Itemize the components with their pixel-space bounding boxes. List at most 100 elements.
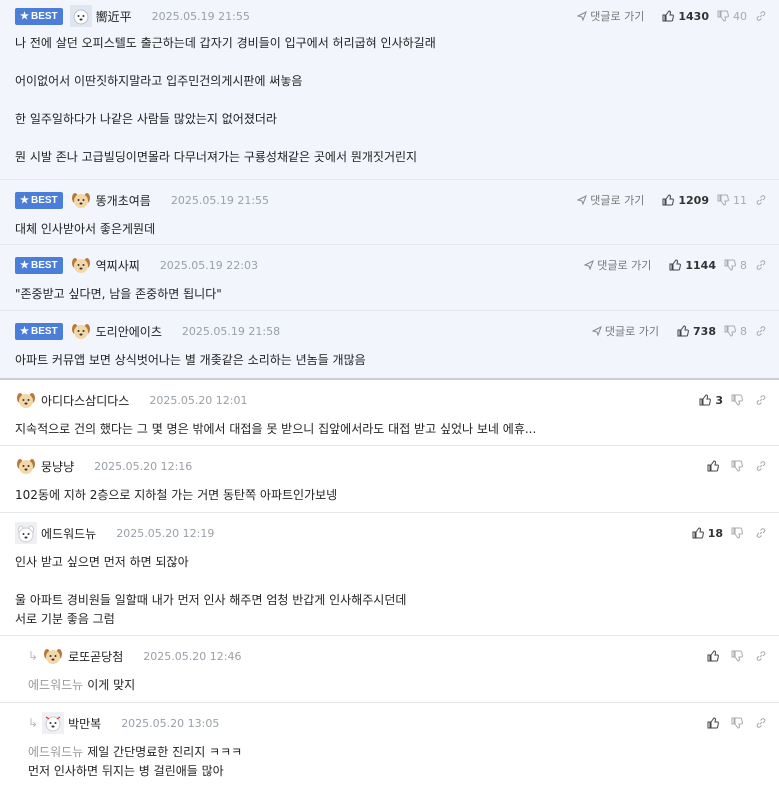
comment-body: "존중받고 싶다면, 남을 존중하면 됩니다" — [15, 287, 222, 301]
avatar[interactable] — [70, 189, 92, 211]
share-link-button[interactable] — [755, 10, 767, 22]
upvote-button[interactable] — [707, 717, 723, 729]
send-icon — [577, 195, 588, 205]
thumbs-down-icon — [717, 194, 729, 206]
thumbs-down-icon — [731, 650, 743, 662]
timestamp: 2025.05.19 22:03 — [159, 258, 258, 272]
comment-body: 아파트 커뮤앱 보면 상식벗어나는 별 개좆같은 소리하는 년놈들 개많음 — [15, 353, 366, 367]
thumbs-up-icon — [662, 10, 675, 22]
mention[interactable]: 에드워드뉴 — [28, 678, 83, 692]
link-icon — [756, 11, 766, 21]
avatar[interactable] — [70, 320, 92, 342]
avatar[interactable] — [42, 645, 64, 667]
avatar[interactable] — [15, 455, 37, 477]
mention[interactable]: 에드워드뉴 — [28, 745, 83, 759]
nickname[interactable]: 박만복 — [68, 715, 101, 732]
link-icon — [756, 528, 766, 538]
reply-comment: ↳ 로또곧당첨 2025.05.20 12:46 에드워드뉴 이게 맞지 — [0, 636, 779, 703]
timestamp: 2025.05.20 12:19 — [116, 526, 215, 540]
downvote-button[interactable] — [731, 650, 747, 662]
go-to-reply-link[interactable]: 댓글로 가기 — [577, 8, 644, 24]
share-link-button[interactable] — [755, 259, 767, 271]
avatar[interactable] — [15, 522, 37, 544]
nickname[interactable]: 도리안에이츠 — [96, 323, 162, 340]
share-link-button[interactable] — [755, 460, 767, 472]
nickname[interactable]: 로또곧당첨 — [68, 648, 123, 665]
best-comment: ★ BEST 똥개초여름 2025.05.19 21:55 댓글로 가기 1209… — [0, 180, 779, 245]
thumbs-down-icon — [731, 717, 743, 729]
comment-body: 지속적으로 건의 했다는 그 몇 명은 밖에서 대접을 못 받으니 집앞에서라도… — [15, 422, 537, 436]
share-link-button[interactable] — [755, 325, 767, 337]
share-link-button[interactable] — [755, 394, 767, 406]
upvote-button[interactable]: 18 — [692, 527, 723, 540]
thumbs-up-icon — [662, 194, 675, 206]
nickname[interactable]: 에드워드뉴 — [41, 525, 96, 542]
downvote-button[interactable] — [731, 460, 747, 472]
downvote-button[interactable]: 8 — [724, 259, 747, 272]
avatar[interactable] — [70, 254, 92, 276]
avatar[interactable] — [69, 5, 92, 27]
link-icon — [756, 195, 766, 205]
upvote-button[interactable]: 738 — [677, 325, 716, 338]
nickname[interactable]: 嚮近平 — [96, 8, 132, 25]
link-icon — [756, 718, 766, 728]
thumbs-down-icon — [731, 527, 743, 539]
avatar[interactable] — [42, 712, 65, 734]
send-icon — [584, 260, 595, 270]
upvote-button[interactable]: 1209 — [662, 194, 709, 207]
downvote-button[interactable] — [731, 527, 747, 539]
star-icon: ★ — [20, 10, 29, 22]
comment-list: ★ BEST 嚮近平 2025.05.19 21:55 댓글로 가기 1430 4… — [0, 0, 779, 788]
share-link-button[interactable] — [755, 194, 767, 206]
upvote-button[interactable]: 1144 — [669, 259, 716, 272]
comment: 뭉냥냥 2025.05.20 12:16 102동에 지하 2층으로 지하철 가… — [0, 446, 779, 513]
thumbs-down-icon — [724, 325, 736, 337]
upvote-button[interactable] — [707, 650, 723, 662]
nickname[interactable]: 역찌사찌 — [96, 257, 140, 274]
thumbs-up-icon — [707, 717, 719, 729]
timestamp: 2025.05.19 21:58 — [181, 324, 281, 338]
timestamp: 2025.05.20 12:01 — [149, 393, 248, 407]
star-icon: ★ — [20, 194, 29, 206]
timestamp: 2025.05.20 12:16 — [94, 459, 193, 473]
comment-body: 에드워드뉴 이게 맞지 — [28, 678, 136, 692]
thumbs-up-icon — [699, 394, 712, 406]
downvote-button[interactable]: 8 — [724, 325, 747, 338]
link-icon — [756, 260, 766, 270]
comment-body: 나 전에 살던 오피스텔도 출근하는데 갑자기 경비들이 입구에서 허리굽혀 인… — [15, 36, 436, 164]
reply-comment: ↳ 박만복 2025.05.20 13:05 에드워드뉴 제일 간단명료한 진리지… — [0, 703, 779, 788]
share-link-button[interactable] — [755, 717, 767, 729]
go-to-reply-link[interactable]: 댓글로 가기 — [591, 323, 659, 339]
best-badge: ★ BEST — [15, 256, 63, 274]
star-icon: ★ — [20, 259, 29, 271]
downvote-button[interactable]: 40 — [717, 10, 747, 23]
comment-body: 에드워드뉴 제일 간단명료한 진리지 ㅋㅋㅋ 먼저 인사하면 뒤지는 병 걸린애들… — [28, 745, 243, 778]
downvote-button[interactable] — [731, 394, 747, 406]
nickname[interactable]: 아디다스삼디다스 — [41, 392, 129, 409]
upvote-button[interactable] — [707, 460, 723, 472]
thumbs-down-icon — [724, 259, 736, 271]
best-badge: ★ BEST — [15, 7, 63, 25]
timestamp: 2025.05.20 12:46 — [143, 649, 242, 663]
timestamp: 2025.05.19 21:55 — [170, 193, 270, 207]
upvote-button[interactable]: 1430 — [662, 10, 709, 23]
upvote-button[interactable]: 3 — [699, 394, 723, 407]
best-badge: ★ BEST — [15, 322, 63, 340]
downvote-button[interactable]: 11 — [717, 194, 747, 207]
share-link-button[interactable] — [755, 650, 767, 662]
link-icon — [756, 461, 766, 471]
share-link-button[interactable] — [755, 527, 767, 539]
link-icon — [756, 651, 766, 661]
timestamp: 2025.05.20 13:05 — [121, 716, 220, 730]
best-comment: ★ BEST 역찌사찌 2025.05.19 22:03 댓글로 가기 1144 … — [0, 245, 779, 311]
thumbs-down-icon — [731, 394, 743, 406]
reply-arrow-icon: ↳ — [28, 716, 39, 730]
go-to-reply-link[interactable]: 댓글로 가기 — [584, 257, 651, 273]
link-icon — [756, 395, 766, 405]
avatar[interactable] — [15, 389, 37, 411]
thumbs-up-icon — [707, 650, 719, 662]
nickname[interactable]: 똥개초여름 — [96, 192, 151, 209]
downvote-button[interactable] — [731, 717, 747, 729]
go-to-reply-link[interactable]: 댓글로 가기 — [577, 192, 644, 208]
nickname[interactable]: 뭉냥냥 — [41, 458, 74, 475]
